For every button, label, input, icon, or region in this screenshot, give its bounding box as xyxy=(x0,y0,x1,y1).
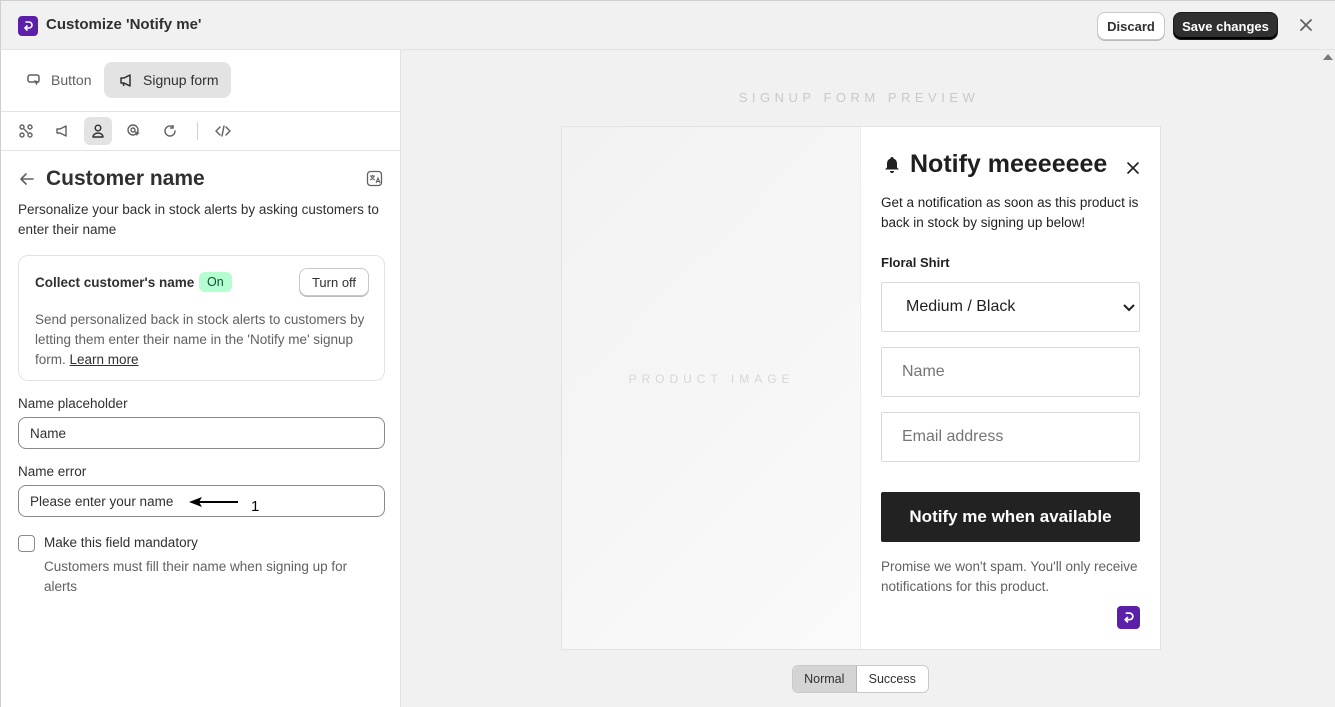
window-title: Customize 'Notify me' xyxy=(46,16,202,33)
tab-button[interactable]: Button xyxy=(17,62,105,98)
tab-signup-form-label: Signup form xyxy=(143,72,219,88)
scroll-up-arrow-icon[interactable] xyxy=(1323,54,1333,60)
name-error-label: Name error xyxy=(18,464,87,479)
section-icon-toolbar xyxy=(1,112,401,151)
learn-more-link[interactable]: Learn more xyxy=(70,352,139,367)
code-section-button[interactable] xyxy=(209,117,237,145)
bell-icon xyxy=(885,157,899,173)
cursor-target-icon xyxy=(127,124,140,136)
close-icon[interactable] xyxy=(1297,16,1315,34)
signup-form: Notify meeeeeee Get a notification as so… xyxy=(861,127,1160,649)
brand-logo-icon[interactable] xyxy=(1117,606,1140,629)
email-input[interactable]: Email address xyxy=(881,412,1140,462)
translate-icon[interactable] xyxy=(366,170,383,187)
variants-section-button[interactable] xyxy=(12,117,40,145)
person-icon xyxy=(92,124,104,138)
title-bar: Customize 'Notify me' Discard Save chang… xyxy=(0,0,1335,50)
product-name: Floral Shirt xyxy=(881,255,950,270)
name-placeholder-label: Name placeholder xyxy=(18,396,128,411)
spam-note: Promise we won't spam. You'll only recei… xyxy=(881,559,1138,594)
mandatory-checkbox[interactable] xyxy=(18,535,35,552)
status-badge: On xyxy=(199,272,232,292)
state-success-button[interactable]: Success xyxy=(856,666,928,692)
tab-button-label: Button xyxy=(51,72,92,88)
chevron-down-icon xyxy=(1123,304,1135,312)
annotation-number: 1 xyxy=(251,498,260,515)
megaphone-icon xyxy=(120,73,131,87)
preview-state-toggle: Normal Success xyxy=(792,665,929,693)
name-input[interactable]: Name xyxy=(881,347,1140,397)
collect-name-description: Send personalized back in stock alerts t… xyxy=(35,310,370,370)
toolbar-divider xyxy=(197,122,198,140)
section-title: Customer name xyxy=(46,167,205,190)
refresh-icon xyxy=(164,125,176,137)
variant-select-value: Medium / Black xyxy=(906,298,1016,315)
preview-title: SIGNUP FORM PREVIEW xyxy=(738,90,980,105)
cursor-click-icon xyxy=(27,73,40,85)
editor-tabs: Button Signup form xyxy=(1,50,401,112)
form-title: Notify meeeeeee xyxy=(910,150,1108,178)
form-close-icon[interactable] xyxy=(1126,161,1140,175)
app-logo-icon xyxy=(18,16,38,36)
collect-name-title: Collect customer's name xyxy=(35,275,195,290)
state-normal-button[interactable]: Normal xyxy=(793,666,857,692)
notify-me-button[interactable]: Notify me when available xyxy=(881,492,1140,542)
turn-off-button[interactable]: Turn off xyxy=(299,268,369,296)
signup-form-preview: PRODUCT IMAGE Notify meeeeeee Get a noti… xyxy=(561,126,1161,650)
name-placeholder-input[interactable] xyxy=(18,417,385,449)
product-image-placeholder: PRODUCT IMAGE xyxy=(562,127,861,649)
discard-button[interactable]: Discard xyxy=(1097,12,1165,40)
nodes-icon xyxy=(19,124,33,138)
tab-signup-form[interactable]: Signup form xyxy=(104,62,231,98)
preview-panel: SIGNUP FORM PREVIEW PRODUCT IMAGE Notify… xyxy=(401,50,1335,707)
section-description: Personalize your back in stock alerts by… xyxy=(18,202,379,237)
mandatory-label: Make this field mandatory xyxy=(44,535,198,550)
customer-name-section-button[interactable] xyxy=(84,117,112,145)
mandatory-help-text: Customers must fill their name when sign… xyxy=(44,559,348,594)
click-target-section-button[interactable] xyxy=(120,117,148,145)
save-changes-button[interactable]: Save changes xyxy=(1173,12,1278,40)
annotation-arrow-icon xyxy=(189,497,238,507)
megaphone-icon xyxy=(56,125,67,137)
settings-panel: Button Signup form Customer name Persona… xyxy=(0,50,401,707)
code-icon xyxy=(215,125,231,137)
form-description: Get a notification as soon as this produ… xyxy=(881,195,1139,230)
variant-select[interactable]: Medium / Black xyxy=(881,282,1140,332)
product-image-text: PRODUCT IMAGE xyxy=(628,372,795,386)
form-section-button[interactable] xyxy=(48,117,76,145)
success-section-button[interactable] xyxy=(156,117,184,145)
collect-name-card: Collect customer's name On Turn off Send… xyxy=(18,255,385,381)
back-arrow-icon[interactable] xyxy=(18,170,36,188)
